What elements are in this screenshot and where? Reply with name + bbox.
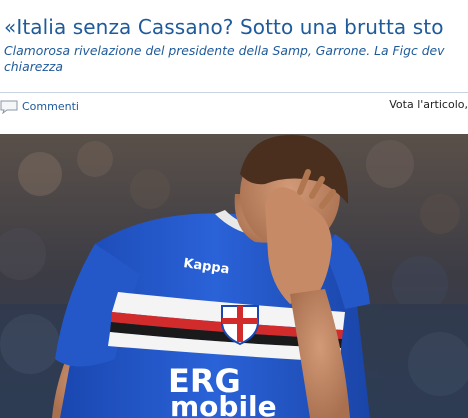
article-title: «Italia senza Cassano? Sotto una brutta … bbox=[4, 15, 444, 39]
article-photo: ERG mobile Kappa bbox=[0, 134, 468, 418]
speech-bubble-icon bbox=[0, 99, 18, 115]
sponsor-line2: mobile bbox=[170, 390, 277, 418]
article-subtitle: Clamorosa rivelazione del presidente del… bbox=[4, 43, 445, 74]
comments-link[interactable]: Commenti bbox=[0, 98, 79, 115]
comments-label: Commenti bbox=[22, 99, 79, 113]
divider bbox=[0, 92, 468, 93]
vote-article-link[interactable]: Vota l'articolo, bbox=[389, 98, 468, 111]
